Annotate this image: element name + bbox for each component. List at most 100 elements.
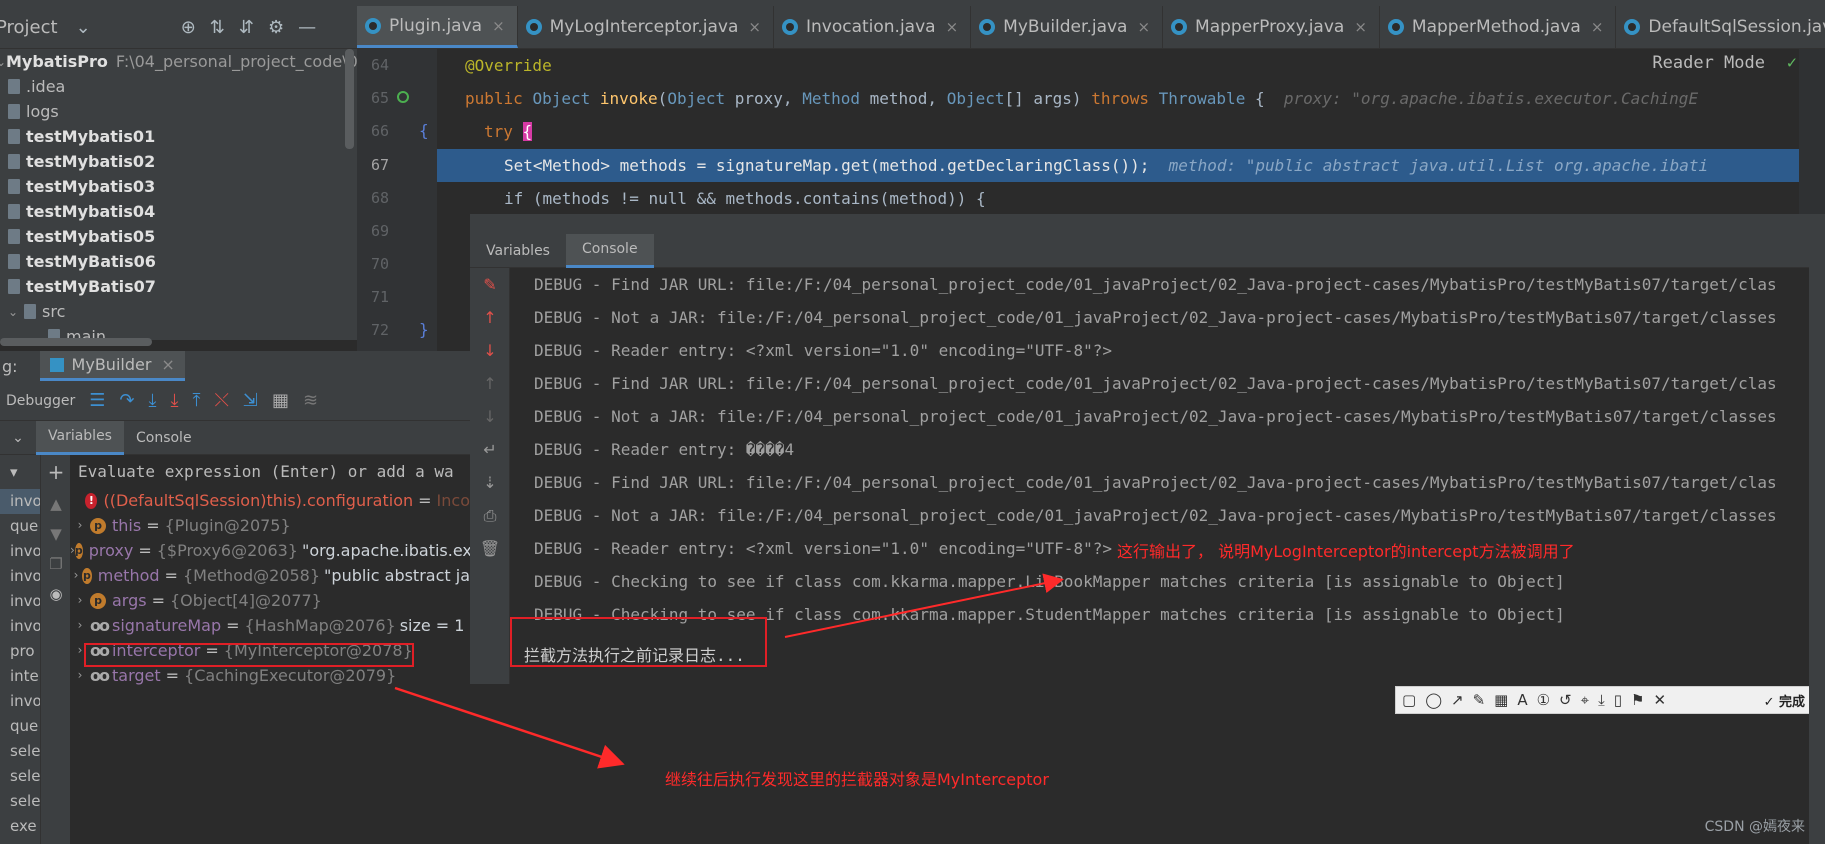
tab-console[interactable]: Console: [124, 421, 204, 455]
variable-row[interactable]: › p method = {Method@2058} "public abstract j…: [70, 563, 470, 588]
close-icon[interactable]: ×: [1354, 18, 1367, 36]
frame-item[interactable]: invo: [0, 564, 40, 589]
chevron-right-icon[interactable]: ›: [70, 513, 90, 538]
done-button[interactable]: ✓ 完成: [1764, 691, 1805, 710]
pin-icon[interactable]: ⌖: [1581, 691, 1589, 709]
move-up-icon[interactable]: ▲: [41, 489, 71, 519]
chevron-down-icon[interactable]: ⌄: [8, 305, 24, 319]
copy-icon[interactable]: ❐: [41, 549, 71, 579]
scroll-to-end-icon[interactable]: ⇣: [470, 466, 510, 499]
pen-icon[interactable]: ✎: [1473, 691, 1486, 709]
force-step-into-icon[interactable]: ⤓: [171, 390, 179, 411]
step-over-icon[interactable]: ↷: [119, 390, 134, 411]
tab-mapper-proxy[interactable]: MapperProxy.java ×: [1163, 6, 1380, 48]
down-arrow-icon[interactable]: ↓: [470, 334, 510, 367]
close-icon[interactable]: ×: [748, 18, 761, 36]
undo-icon[interactable]: ↺: [1559, 691, 1572, 709]
frame-item[interactable]: invo: [0, 539, 40, 564]
debug-session-tab[interactable]: MyBuilder ×: [39, 351, 185, 381]
collapse-all-icon[interactable]: ⇵: [239, 17, 254, 38]
save-icon[interactable]: ⤓: [1598, 691, 1605, 709]
soft-wrap-icon[interactable]: ↵: [470, 433, 510, 466]
phone-icon[interactable]: ▯: [1614, 691, 1622, 709]
step-into-icon[interactable]: ⤓: [149, 390, 157, 411]
up-arrow-icon[interactable]: ↑: [470, 301, 510, 334]
mosaic-icon[interactable]: ▦: [1494, 691, 1508, 709]
tab-mybuilder[interactable]: MyBuilder.java ×: [971, 6, 1164, 48]
tab-plugin[interactable]: Plugin.java ×: [357, 6, 518, 48]
variable-row[interactable]: › p args = {Object[4]@2077}: [70, 588, 470, 613]
tree-horizontal-scrollbar[interactable]: [0, 338, 152, 346]
chevron-down-icon[interactable]: ⌄: [0, 430, 36, 446]
chevron-right-icon[interactable]: ›: [70, 563, 82, 588]
tree-item[interactable]: testMybatis03: [0, 174, 357, 199]
tab-variables[interactable]: Variables: [36, 420, 124, 455]
tab-mapper-method[interactable]: MapperMethod.java ×: [1380, 6, 1617, 48]
reader-mode-toggle[interactable]: Reader Mode: [1652, 53, 1765, 73]
rectangle-icon[interactable]: ▢: [1402, 691, 1416, 709]
frame-item[interactable]: invo: [0, 589, 40, 614]
frame-item[interactable]: sele: [0, 764, 40, 789]
step-out-icon[interactable]: ⤒: [192, 390, 200, 411]
variable-row[interactable]: › p this = {Plugin@2075}: [70, 513, 470, 538]
cancel-icon[interactable]: ✕: [1653, 691, 1666, 709]
up-arrow-icon[interactable]: ↑: [470, 367, 510, 400]
close-icon[interactable]: ×: [946, 18, 959, 36]
frame-item[interactable]: inte: [0, 664, 40, 689]
right-scrollbar[interactable]: [1809, 214, 1825, 844]
frame-item[interactable]: exe: [0, 814, 40, 839]
tree-scrollbar[interactable]: [345, 49, 354, 149]
tab-console[interactable]: Console: [565, 233, 654, 268]
tree-item[interactable]: testMybatis02: [0, 149, 357, 174]
clear-icon[interactable]: ✎: [470, 268, 510, 301]
frame-item[interactable]: invo: [0, 689, 40, 714]
drop-frame-icon[interactable]: ⤬: [214, 390, 228, 411]
frame-item[interactable]: sele: [0, 739, 40, 764]
evaluate-expression-input[interactable]: Evaluate expression (Enter) or add a wa: [70, 455, 470, 488]
tree-item[interactable]: testMybatis01: [0, 124, 357, 149]
trash-icon[interactable]: 🗑: [470, 532, 510, 565]
move-down-icon[interactable]: ▼: [41, 519, 71, 549]
variable-row[interactable]: › oo signatureMap = {HashMap@2076} size = 1: [70, 613, 470, 638]
tree-item[interactable]: testMybatis04: [0, 199, 357, 224]
close-icon[interactable]: ×: [1137, 18, 1150, 36]
run-to-cursor-icon[interactable]: ⇲: [243, 390, 258, 411]
tree-item[interactable]: testMyBatis06: [0, 249, 357, 274]
tree-root[interactable]: ⌄ MybatisPro F:\04_personal_project_code\…: [0, 49, 357, 74]
tab-variables[interactable]: Variables: [470, 234, 566, 268]
variable-row[interactable]: ! ((DefaultSqlSession)this).configuration…: [70, 488, 470, 513]
tab-invocation[interactable]: Invocation.java ×: [774, 6, 972, 48]
ellipse-icon[interactable]: ◯: [1425, 691, 1442, 709]
number-icon[interactable]: ①: [1537, 691, 1550, 709]
chevron-down-icon[interactable]: ▾: [0, 455, 40, 489]
override-marker-icon[interactable]: [397, 91, 409, 103]
tab-mylog-interceptor[interactable]: MyLogInterceptor.java ×: [518, 6, 774, 48]
chevron-down-icon[interactable]: ⌄: [76, 17, 91, 38]
tree-item[interactable]: testMyBatis07: [0, 274, 357, 299]
close-icon[interactable]: ×: [1591, 18, 1604, 36]
print-icon[interactable]: ⎙: [470, 499, 510, 532]
bookmark-icon[interactable]: ⚑: [1631, 691, 1644, 709]
tab-default-sql-session[interactable]: DefaultSqlSession.java×: [1616, 6, 1825, 48]
frame-item[interactable]: invo: [0, 489, 40, 514]
down-arrow-icon[interactable]: ↓: [470, 400, 510, 433]
frame-item[interactable]: que: [0, 714, 40, 739]
chevron-right-icon[interactable]: ›: [70, 588, 90, 613]
tree-item[interactable]: logs: [0, 99, 357, 124]
frame-item[interactable]: invo: [0, 614, 40, 639]
plus-icon[interactable]: +: [41, 455, 71, 489]
eye-icon[interactable]: ◉: [41, 579, 71, 609]
evaluate-icon[interactable]: ▦: [272, 390, 289, 411]
trace-icon[interactable]: ≋: [303, 390, 318, 411]
frame-item[interactable]: pro: [0, 639, 40, 664]
variable-row[interactable]: › p proxy = {$Proxy6@2063} "org.apache.ibatis…: [70, 538, 470, 563]
minimize-icon[interactable]: —: [298, 17, 316, 38]
arrow-icon[interactable]: ↗: [1451, 691, 1464, 709]
close-icon[interactable]: ×: [161, 355, 174, 374]
expand-all-icon[interactable]: ⇅: [210, 17, 225, 38]
tree-item[interactable]: .idea: [0, 74, 357, 99]
tree-item[interactable]: testMybatis05: [0, 224, 357, 249]
text-icon[interactable]: A: [1517, 691, 1527, 709]
chevron-right-icon[interactable]: ›: [70, 613, 90, 638]
gear-icon[interactable]: ⚙: [268, 17, 284, 38]
